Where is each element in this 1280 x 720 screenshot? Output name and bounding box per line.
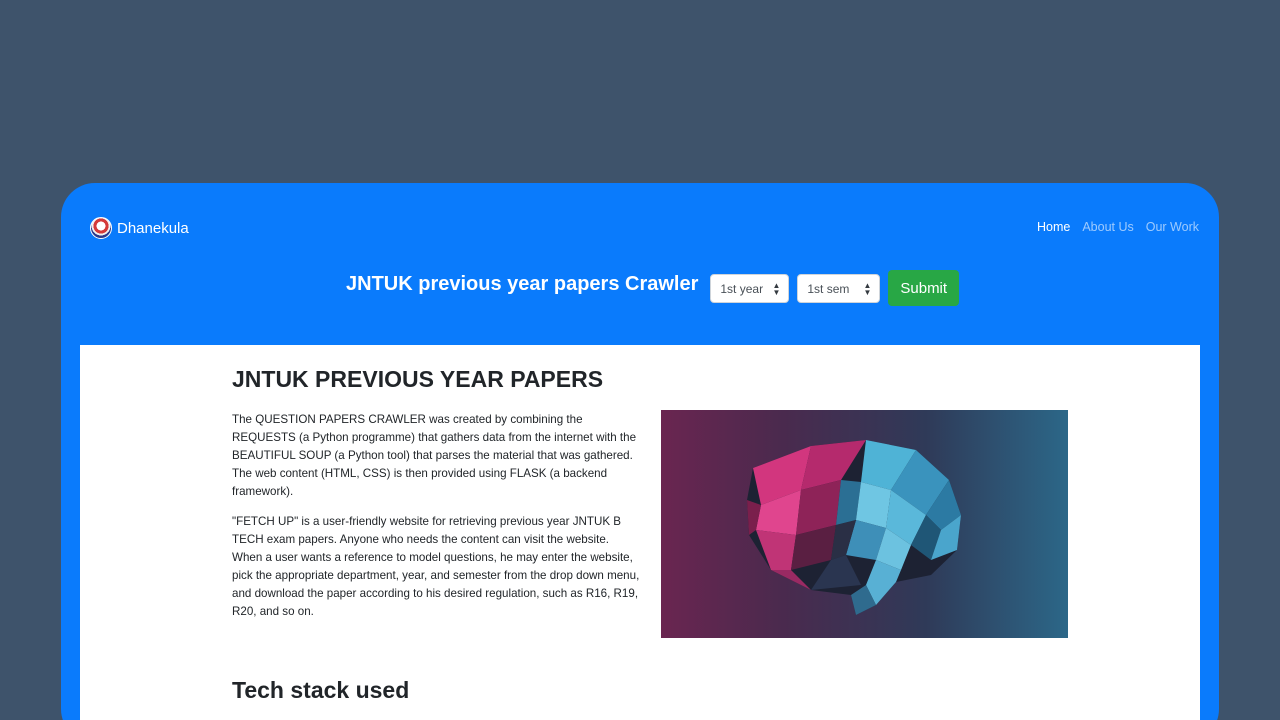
nav-our-work[interactable]: Our Work xyxy=(1146,220,1199,234)
year-select-value: 1st year xyxy=(720,281,764,296)
low-poly-brain-image xyxy=(747,440,961,615)
crawler-form: JNTUK previous year papers Crawler 1st y… xyxy=(346,270,960,306)
tech-stack-heading: Tech stack used xyxy=(232,677,410,703)
intro-text: The QUESTION PAPERS CRAWLER was created … xyxy=(232,411,642,633)
crawler-title: JNTUK previous year papers Crawler xyxy=(346,272,699,295)
year-select[interactable]: 1st year ▲ ▼ xyxy=(710,273,790,303)
intro-paragraph-2: "FETCH UP" is a user-friendly website fo… xyxy=(232,515,640,618)
page-heading: JNTUK PREVIOUS YEAR PAPERS xyxy=(232,366,604,392)
navbar-links: Home About Us Our Work xyxy=(1037,220,1199,234)
updown-caret-icon: ▲ ▼ xyxy=(772,280,781,297)
nav-about-us[interactable]: About Us xyxy=(1082,220,1133,234)
intro-paragraph-1: The QUESTION PAPERS CRAWLER was created … xyxy=(232,413,637,498)
brand-name: Dhanekula xyxy=(117,219,189,237)
college-logo-icon xyxy=(90,217,112,239)
updown-caret-icon: ▲ ▼ xyxy=(863,280,872,297)
brain-illustration xyxy=(661,410,1068,638)
browser-viewport: Dhanekula Home About Us Our Work JNTUK p… xyxy=(80,208,1200,720)
semester-select[interactable]: 1st sem ▲ ▼ xyxy=(797,273,881,303)
site-header: Dhanekula Home About Us Our Work JNTUK p… xyxy=(80,208,1200,345)
navbar-brand[interactable]: Dhanekula xyxy=(90,217,189,239)
semester-select-value: 1st sem xyxy=(807,281,850,296)
nav-home[interactable]: Home xyxy=(1037,220,1070,234)
submit-button[interactable]: Submit xyxy=(888,270,960,306)
